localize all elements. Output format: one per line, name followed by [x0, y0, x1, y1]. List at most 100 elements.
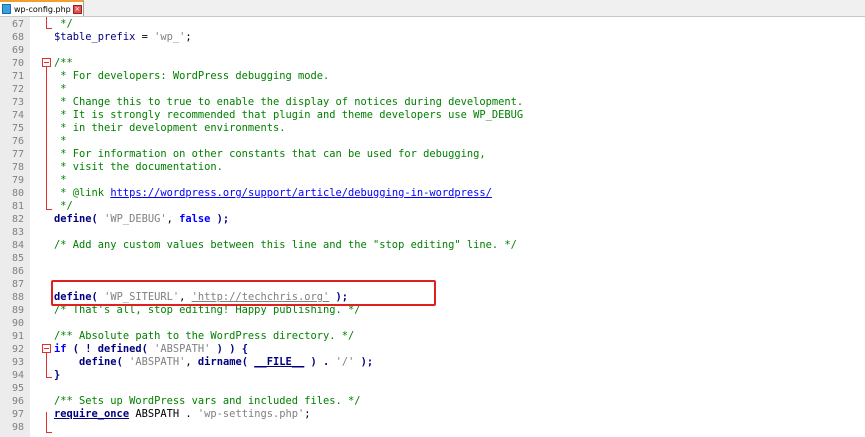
code-token: * Change this to true to enable the disp… [54, 96, 524, 108]
code-line[interactable]: 73 * Change this to true to enable the d… [0, 96, 865, 109]
code-token: ( ! [66, 343, 98, 355]
code-line[interactable]: 96 /** Sets up WordPress vars and include… [0, 395, 865, 408]
code-text: * [54, 135, 67, 148]
code-line[interactable]: 97 require_once ABSPATH . 'wp-settings.ph… [0, 408, 865, 421]
code-line[interactable]: 78 * visit the documentation. [0, 161, 865, 174]
line-number: 71 [11, 71, 24, 82]
line-number: 77 [11, 149, 24, 160]
code-line[interactable]: 75 * in their development environments. [0, 122, 865, 135]
line-number: 74 [11, 110, 24, 121]
code-text: * It is strongly recommended that plugin… [54, 109, 523, 122]
fold-line [46, 412, 47, 432]
line-number: 75 [11, 123, 24, 134]
tab-label: wp-config.php [14, 4, 71, 14]
line-number: 94 [11, 370, 24, 381]
code-token: $table_prefix [54, 31, 136, 43]
line-number: 95 [11, 383, 24, 394]
code-token: */ [54, 200, 73, 212]
code-token: } [54, 369, 61, 381]
code-token: 'ABSPATH' [154, 343, 211, 355]
code-line[interactable]: 71 * For developers: WordPress debugging… [0, 70, 865, 83]
code-line[interactable]: 93 define( 'ABSPATH', dirname( __FILE__ … [0, 356, 865, 369]
line-number: 69 [11, 45, 24, 56]
code-token: https://wordpress.org/support/article/de… [110, 187, 492, 199]
code-line[interactable]: 77 * For information on other constants … [0, 148, 865, 161]
code-line[interactable]: 70 /** [0, 57, 865, 70]
code-line[interactable]: 67 */ [0, 18, 865, 31]
code-token: defined [97, 343, 142, 355]
code-line[interactable]: 69 [0, 44, 865, 57]
code-line[interactable]: 74 * It is strongly recommended that plu… [0, 109, 865, 122]
code-text: } [54, 369, 60, 382]
code-token: ) . [304, 356, 336, 368]
code-token: * in their development environments. [54, 122, 286, 134]
code-token: * [54, 135, 67, 147]
fold-end-marker [46, 209, 52, 210]
code-line[interactable]: 94} [0, 369, 865, 382]
code-line[interactable]: 84 /* Add any custom values between this … [0, 239, 865, 252]
code-line[interactable]: 72 * [0, 83, 865, 96]
code-line[interactable]: 86 [0, 265, 865, 278]
code-line[interactable]: 80 * @link https://wordpress.org/support… [0, 187, 865, 200]
line-number: 80 [11, 188, 24, 199]
line-number: 76 [11, 136, 24, 147]
fold-line [46, 17, 47, 28]
code-token: ) ) { [210, 343, 248, 355]
code-text: require_once ABSPATH . 'wp-settings.php'… [54, 408, 311, 421]
line-number: 67 [11, 19, 24, 30]
code-text: * @link https://wordpress.org/support/ar… [54, 187, 492, 200]
code-line[interactable]: 82 define( 'WP_DEBUG', false ); [0, 213, 865, 226]
line-number: 92 [11, 344, 24, 355]
fold-end-marker [46, 28, 52, 29]
line-number: 81 [11, 201, 24, 212]
code-token: false [179, 213, 211, 225]
code-token: /** [54, 57, 73, 69]
code-line[interactable]: 79 * [0, 174, 865, 187]
code-text: * [54, 174, 66, 187]
line-number: 72 [11, 84, 24, 95]
code-token: /** Absolute path to the WordPress direc… [54, 330, 355, 342]
close-icon[interactable]: × [72, 4, 82, 14]
highlight-annotation-box [51, 280, 436, 306]
code-token: define [54, 213, 92, 225]
code-token: 'wp-settings.php' [197, 408, 305, 420]
code-line[interactable]: 76 * [0, 135, 865, 148]
line-number: 87 [11, 279, 24, 290]
tab-wp-config[interactable]: wp-config.php × [0, 0, 84, 16]
code-token: ( [141, 343, 155, 355]
code-text: /** Absolute path to the WordPress direc… [54, 330, 354, 343]
code-text: * visit the documentation. [54, 161, 223, 174]
line-number: 88 [11, 292, 24, 303]
line-number: 90 [11, 318, 24, 329]
code-line[interactable]: 95 [0, 382, 865, 395]
code-editor[interactable]: 67 */68 $table_prefix = 'wp_'; 69 70/** 71 *… [0, 17, 865, 437]
code-text: * Change this to true to enable the disp… [54, 96, 523, 109]
code-text: * For developers: WordPress debugging mo… [54, 70, 329, 83]
code-line[interactable]: 90 [0, 317, 865, 330]
code-token: * It is strongly recommended that plugin… [54, 109, 524, 121]
fold-end-marker [46, 432, 52, 433]
code-token: '/' [335, 356, 355, 368]
code-token: * @link [54, 187, 111, 199]
code-text: define( 'WP_DEBUG', false ); [54, 213, 229, 226]
code-line[interactable]: 98 [0, 421, 865, 434]
code-token: ( [116, 356, 130, 368]
fold-toggle-icon[interactable] [42, 58, 51, 67]
code-token: if [54, 343, 67, 355]
line-number: 83 [11, 227, 24, 238]
code-text: /* Add any custom values between this li… [54, 239, 517, 252]
code-line[interactable]: 68 $table_prefix = 'wp_'; [0, 31, 865, 44]
code-text: /** Sets up WordPress vars and included … [54, 395, 361, 408]
code-line[interactable]: 92 if ( ! defined( 'ABSPATH' ) ) { [0, 343, 865, 356]
line-number: 86 [11, 266, 24, 277]
code-token: */ [54, 18, 73, 30]
code-line[interactable]: 85 [0, 252, 865, 265]
code-token: , [185, 356, 198, 368]
fold-end-marker [46, 377, 52, 378]
code-token: * [54, 83, 67, 95]
fold-toggle-icon[interactable] [42, 344, 51, 353]
code-line[interactable]: 81 */ [0, 200, 865, 213]
code-line[interactable]: 91 /** Absolute path to the WordPress dir… [0, 330, 865, 343]
code-line[interactable]: 83 [0, 226, 865, 239]
code-token: ); [354, 356, 374, 368]
